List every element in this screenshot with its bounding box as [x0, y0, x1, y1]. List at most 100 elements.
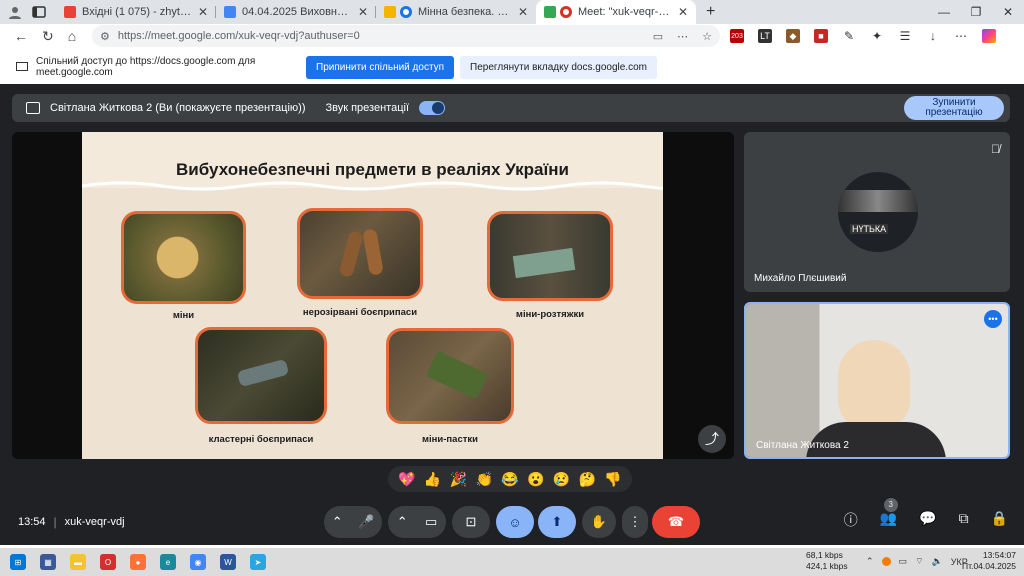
address-bar[interactable]: ⚙ https://meet.google.com/xuk-veqr-vdj?a…: [92, 25, 720, 47]
file-explorer-icon[interactable]: ▬: [70, 554, 86, 570]
star-icon[interactable]: ☆: [702, 30, 712, 43]
chrome-icon[interactable]: ◉: [190, 554, 206, 570]
reaction-thumbs-up[interactable]: 👍: [424, 471, 441, 488]
app-tray-icon[interactable]: [881, 557, 891, 566]
tab-lesson[interactable]: 04.04.2025 Виховна година "Буд ✕: [216, 0, 376, 24]
download-icon[interactable]: ↓: [926, 29, 940, 43]
extension-lt-icon[interactable]: LT: [758, 29, 772, 43]
reaction-thumbs-down[interactable]: 👎: [604, 471, 621, 488]
chevron-up-icon[interactable]: ⌃: [332, 514, 343, 530]
puzzle-icon[interactable]: ✦: [870, 29, 884, 43]
camera-icon[interactable]: ▭: [653, 30, 663, 43]
hang-up-icon: ☎: [667, 514, 685, 529]
extension-red-icon[interactable]: ■: [814, 29, 828, 43]
extensions: 203 LT ◆ ■ ✎ ✦ ☰ ↓ ⋯: [730, 29, 996, 43]
meeting-code: xuk-veqr-vdj: [64, 516, 125, 528]
reaction-sad[interactable]: 😢: [553, 471, 570, 488]
captions-button[interactable]: ⊡: [452, 506, 490, 538]
extension-dog-icon[interactable]: ◆: [786, 29, 800, 43]
close-icon[interactable]: ✕: [678, 5, 688, 19]
tab-title: 04.04.2025 Виховна година "Буд: [242, 6, 352, 18]
site-info-icon[interactable]: ⚙: [100, 30, 110, 43]
menu-icon[interactable]: ⋯: [954, 29, 968, 43]
tab-title: Meet: "xuk-veqr-vdj": [578, 6, 672, 18]
self-video-tile[interactable]: ••• Світлана Житкова 2: [744, 302, 1010, 459]
start-icon[interactable]: ⊞: [10, 554, 26, 570]
present-button[interactable]: ⬆: [538, 506, 576, 538]
raise-hand-button[interactable]: ✋: [582, 506, 616, 538]
close-window-icon[interactable]: ✕: [992, 5, 1024, 19]
stop-sharing-button[interactable]: Припинити спільний доступ: [306, 55, 455, 79]
reaction-party[interactable]: 🎉: [450, 471, 467, 488]
url-text[interactable]: https://meet.google.com/xuk-veqr-vdj?aut…: [118, 30, 360, 42]
leave-call-button[interactable]: ☎: [652, 506, 700, 538]
edge-icon[interactable]: e: [160, 554, 176, 570]
stop-presenting-button[interactable]: Зупинити презентацію: [904, 96, 1004, 120]
avatar-label: НҮТЬКА: [850, 224, 889, 234]
chat-icon[interactable]: 💬: [919, 510, 936, 530]
reaction-thinking[interactable]: 🤔: [579, 471, 596, 488]
info-icon[interactable]: ⓘ: [844, 510, 858, 530]
people-icon[interactable]: 👥 3: [880, 498, 898, 530]
caption-cluster-munitions: кластерні боєприпаси: [208, 434, 314, 445]
pen-icon[interactable]: ✎: [842, 29, 856, 43]
tab-slides[interactable]: Мінна безпека. 5–8 клас (Д ✕: [376, 0, 536, 24]
more-options-button[interactable]: ⋮: [622, 506, 648, 538]
close-icon[interactable]: ✕: [358, 5, 368, 19]
wifi-icon[interactable]: ⌔: [915, 556, 923, 567]
profile-icon[interactable]: [8, 5, 22, 19]
address-bar-row: ← ↻ ⌂ ⚙ https://meet.google.com/xuk-veqr…: [0, 24, 1024, 48]
view-tab-button[interactable]: Переглянути вкладку docs.google.com: [460, 55, 657, 79]
maximize-icon[interactable]: ❐: [960, 5, 992, 19]
emoji-button[interactable]: ☺: [496, 506, 534, 538]
volume-icon[interactable]: 🔈: [932, 556, 943, 567]
extension-badge-icon[interactable]: 203: [730, 29, 744, 43]
reaction-laugh[interactable]: 😂: [501, 471, 518, 488]
presentation-sound-toggle[interactable]: [419, 101, 445, 115]
clock-date: Пт.04.04.2025: [962, 561, 1016, 571]
tab-gmail[interactable]: Вхідні (1 075) - zhytkova2@zosh ✕: [56, 0, 216, 24]
person-figure: [838, 340, 910, 430]
reaction-surprised[interactable]: 😮: [527, 471, 544, 488]
present-screen-icon: ⬆: [551, 514, 563, 529]
reaction-clap[interactable]: 👏: [475, 471, 492, 488]
new-tab-icon[interactable]: +: [706, 3, 715, 21]
omnibox-actions: ▭ ⋯ ☆: [653, 30, 712, 43]
download-speed: 68,1 kbps: [806, 550, 843, 560]
taskbar: ⊞ ▦ ▬ O ● e ◉ W ➤ 68,1 kbps 424,1 kbps ⌃…: [0, 548, 1024, 576]
present-icon: [26, 102, 40, 114]
activities-icon[interactable]: ⧉: [959, 510, 969, 530]
mic-button[interactable]: ⌃ 🎤: [324, 506, 382, 538]
camera-button[interactable]: ⌃ ▭: [388, 506, 446, 538]
favorites-icon[interactable]: ☰: [898, 29, 912, 43]
minimize-icon[interactable]: —: [928, 5, 960, 19]
home-icon[interactable]: ⌂: [68, 28, 76, 45]
back-icon[interactable]: ←: [14, 28, 28, 45]
opera-icon[interactable]: O: [100, 554, 116, 570]
tab-actions-icon[interactable]: [32, 5, 46, 19]
control-bar: 13:54 | xuk-veqr-vdj ⌃ 🎤 ⌃ ▭ ⊡ ☺ ⬆ ✋ ⋮ ☎ ⓘ…: [0, 498, 1024, 542]
host-controls-icon[interactable]: 🔒: [991, 510, 1008, 530]
display-icon[interactable]: ▭: [899, 556, 908, 567]
caption-unexploded-ordnance: нерозірвані боєприпаси: [302, 307, 418, 318]
tab-meet[interactable]: Meet: "xuk-veqr-vdj" ✕: [536, 0, 696, 24]
chevron-up-icon[interactable]: ⌃: [397, 514, 408, 530]
participant-tile[interactable]: 🎙̸ НҮТЬКА Михайло Плєшивий: [744, 132, 1010, 292]
reload-icon[interactable]: ↻: [42, 28, 54, 45]
share-icon[interactable]: ⤴: [698, 425, 726, 453]
window-controls: — ❐ ✕: [928, 5, 1024, 19]
word-icon[interactable]: W: [220, 554, 236, 570]
photo-cluster-munitions: [195, 327, 327, 424]
more-icon[interactable]: ⋯: [677, 30, 688, 43]
copilot-icon[interactable]: [982, 29, 996, 43]
close-icon[interactable]: ✕: [518, 5, 528, 19]
monitor-icon: [16, 62, 28, 71]
calculator-icon[interactable]: ▦: [40, 554, 56, 570]
chevron-up-icon[interactable]: ⌃: [866, 556, 874, 567]
clock[interactable]: 13:54:07 Пт.04.04.2025: [962, 550, 1016, 572]
telegram-icon[interactable]: ➤: [250, 554, 266, 570]
close-icon[interactable]: ✕: [198, 5, 208, 19]
more-options-icon[interactable]: •••: [984, 310, 1002, 328]
firefox-icon[interactable]: ●: [130, 554, 146, 570]
reaction-heart[interactable]: 💖: [398, 471, 415, 488]
